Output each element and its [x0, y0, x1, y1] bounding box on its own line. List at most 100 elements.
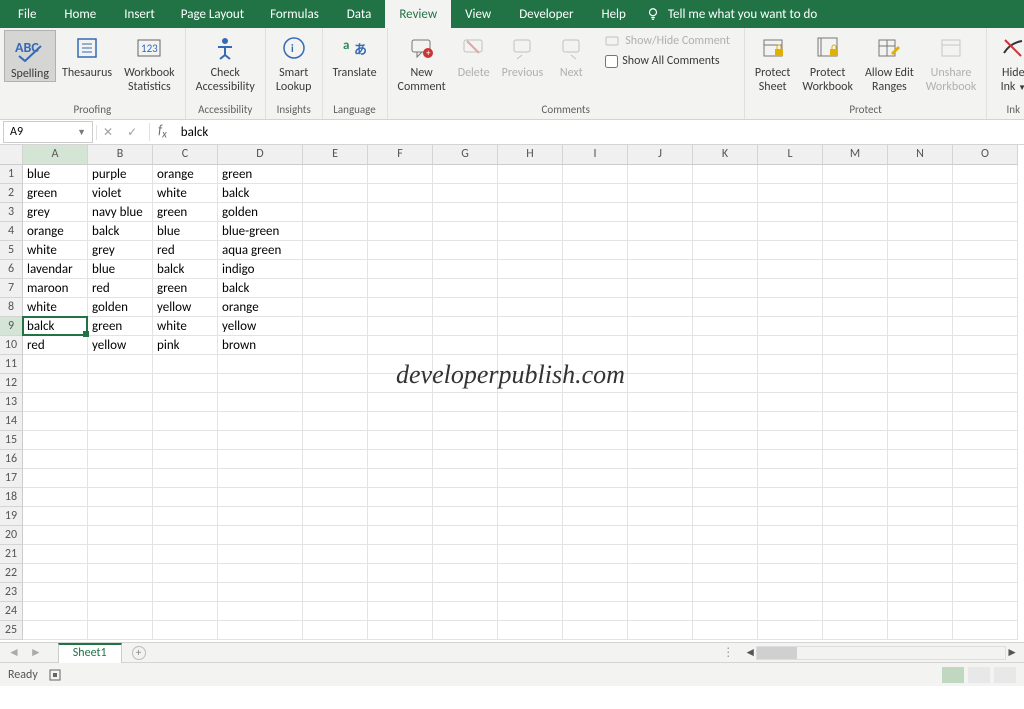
cell-I2[interactable]	[563, 184, 628, 203]
cell-M24[interactable]	[823, 602, 888, 621]
cell-M9[interactable]	[823, 317, 888, 336]
cell-L17[interactable]	[758, 469, 823, 488]
cell-L9[interactable]	[758, 317, 823, 336]
cell-H20[interactable]	[498, 526, 563, 545]
column-header-E[interactable]: E	[303, 145, 368, 165]
column-header-C[interactable]: C	[153, 145, 218, 165]
cell-A12[interactable]	[23, 374, 88, 393]
cell-F25[interactable]	[368, 621, 433, 640]
cell-B17[interactable]	[88, 469, 153, 488]
cell-J25[interactable]	[628, 621, 693, 640]
cell-K9[interactable]	[693, 317, 758, 336]
cell-H3[interactable]	[498, 203, 563, 222]
cell-E18[interactable]	[303, 488, 368, 507]
cell-B6[interactable]: blue	[88, 260, 153, 279]
cell-N25[interactable]	[888, 621, 953, 640]
cells-area[interactable]: bluepurpleorangegreengreenvioletwhitebal…	[23, 165, 1018, 640]
cell-B23[interactable]	[88, 583, 153, 602]
cell-N4[interactable]	[888, 222, 953, 241]
cell-A5[interactable]: white	[23, 241, 88, 260]
cell-G3[interactable]	[433, 203, 498, 222]
cell-M14[interactable]	[823, 412, 888, 431]
cell-B1[interactable]: purple	[88, 165, 153, 184]
cell-E17[interactable]	[303, 469, 368, 488]
cell-H24[interactable]	[498, 602, 563, 621]
cell-L14[interactable]	[758, 412, 823, 431]
cell-O22[interactable]	[953, 564, 1018, 583]
scroll-right-icon[interactable]: ►	[1006, 645, 1018, 660]
cell-I20[interactable]	[563, 526, 628, 545]
cell-G23[interactable]	[433, 583, 498, 602]
cell-B16[interactable]	[88, 450, 153, 469]
cell-N5[interactable]	[888, 241, 953, 260]
cell-O19[interactable]	[953, 507, 1018, 526]
cell-D15[interactable]	[218, 431, 303, 450]
cell-G4[interactable]	[433, 222, 498, 241]
cell-H10[interactable]	[498, 336, 563, 355]
new-comment-button[interactable]: + New Comment	[392, 30, 452, 95]
row-header-19[interactable]: 19	[0, 507, 23, 526]
show-all-checkbox[interactable]	[605, 55, 618, 68]
cell-J5[interactable]	[628, 241, 693, 260]
cell-D25[interactable]	[218, 621, 303, 640]
cell-L19[interactable]	[758, 507, 823, 526]
row-header-6[interactable]: 6	[0, 260, 23, 279]
cell-E23[interactable]	[303, 583, 368, 602]
cell-J18[interactable]	[628, 488, 693, 507]
cell-N8[interactable]	[888, 298, 953, 317]
row-header-10[interactable]: 10	[0, 336, 23, 355]
cell-N2[interactable]	[888, 184, 953, 203]
cell-M2[interactable]	[823, 184, 888, 203]
hide-ink-button[interactable]: HideInk ▼	[991, 30, 1024, 95]
cell-F23[interactable]	[368, 583, 433, 602]
row-header-11[interactable]: 11	[0, 355, 23, 374]
cell-I19[interactable]	[563, 507, 628, 526]
cell-H8[interactable]	[498, 298, 563, 317]
cell-M16[interactable]	[823, 450, 888, 469]
cell-F4[interactable]	[368, 222, 433, 241]
protect-sheet-button[interactable]: Protect Sheet	[749, 30, 796, 95]
cell-N19[interactable]	[888, 507, 953, 526]
cell-E19[interactable]	[303, 507, 368, 526]
cell-J6[interactable]	[628, 260, 693, 279]
cell-G5[interactable]	[433, 241, 498, 260]
cell-I7[interactable]	[563, 279, 628, 298]
cell-O6[interactable]	[953, 260, 1018, 279]
cell-E13[interactable]	[303, 393, 368, 412]
previous-comment-button[interactable]: Previous	[496, 30, 550, 80]
cell-N10[interactable]	[888, 336, 953, 355]
next-sheet-icon[interactable]: ►	[30, 645, 42, 660]
cell-H22[interactable]	[498, 564, 563, 583]
cell-N18[interactable]	[888, 488, 953, 507]
cell-K1[interactable]	[693, 165, 758, 184]
cell-N13[interactable]	[888, 393, 953, 412]
cell-L18[interactable]	[758, 488, 823, 507]
cell-N17[interactable]	[888, 469, 953, 488]
cell-N3[interactable]	[888, 203, 953, 222]
cell-K15[interactable]	[693, 431, 758, 450]
showhide-comment-button[interactable]: Show/Hide Comment	[601, 32, 734, 52]
cell-K10[interactable]	[693, 336, 758, 355]
row-header-12[interactable]: 12	[0, 374, 23, 393]
column-header-N[interactable]: N	[888, 145, 953, 165]
cell-D18[interactable]	[218, 488, 303, 507]
cell-D4[interactable]: blue-green	[218, 222, 303, 241]
row-header-2[interactable]: 2	[0, 184, 23, 203]
cell-O2[interactable]	[953, 184, 1018, 203]
cell-J14[interactable]	[628, 412, 693, 431]
column-header-B[interactable]: B	[88, 145, 153, 165]
fx-icon[interactable]: fx	[149, 123, 175, 141]
cell-F5[interactable]	[368, 241, 433, 260]
workbook-stats-button[interactable]: 123 Workbook Statistics	[118, 30, 181, 95]
cell-K8[interactable]	[693, 298, 758, 317]
cell-M1[interactable]	[823, 165, 888, 184]
menu-help[interactable]: Help	[587, 0, 639, 28]
cell-O8[interactable]	[953, 298, 1018, 317]
cell-F14[interactable]	[368, 412, 433, 431]
cell-B8[interactable]: golden	[88, 298, 153, 317]
cell-F20[interactable]	[368, 526, 433, 545]
cell-I13[interactable]	[563, 393, 628, 412]
cell-H7[interactable]	[498, 279, 563, 298]
cell-M7[interactable]	[823, 279, 888, 298]
cell-N1[interactable]	[888, 165, 953, 184]
